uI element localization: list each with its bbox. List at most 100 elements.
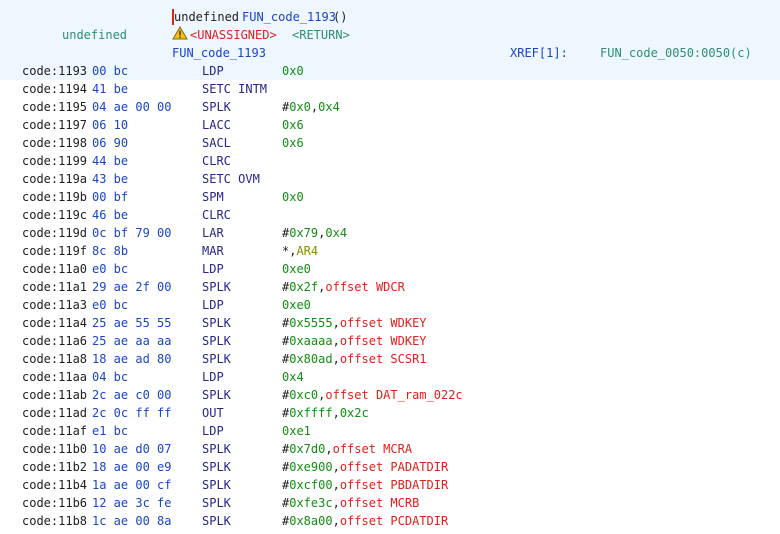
instruction-row[interactable]: code:11a6 25 ae aa aa SPLK #0xaaaa,offset W…	[0, 332, 780, 350]
instruction-mnemonic[interactable]: SPLK	[202, 332, 231, 350]
instruction-operands[interactable]: 0x6	[282, 134, 304, 152]
instruction-mnemonic[interactable]: SPM	[202, 188, 224, 206]
instruction-address[interactable]: code:1198	[22, 134, 87, 152]
instruction-operands[interactable]: #0xc0,offset DAT_ram_022c	[282, 386, 463, 404]
operand-reference[interactable]: offset MCRA	[333, 442, 412, 456]
instruction-operands[interactable]: 0x0	[282, 62, 304, 80]
instruction-address[interactable]: code:119b	[22, 188, 87, 206]
instruction-address[interactable]: code:11a6	[22, 332, 87, 350]
instruction-row[interactable]: code:1193 00 bc LDP 0x0	[0, 62, 780, 80]
operand-reference[interactable]: offset MCRB	[340, 496, 419, 510]
instruction-address[interactable]: code:11b6	[22, 494, 87, 512]
instruction-mnemonic[interactable]: SPLK	[202, 458, 231, 476]
instruction-mnemonic[interactable]: CLRC	[202, 206, 231, 224]
instruction-mnemonic[interactable]: SPLK	[202, 476, 231, 494]
instruction-address[interactable]: code:11ab	[22, 386, 87, 404]
instruction-address[interactable]: code:1197	[22, 116, 87, 134]
instruction-row[interactable]: code:119f 8c 8b MAR *,AR4	[0, 242, 780, 260]
instruction-mnemonic[interactable]: LAR	[202, 224, 224, 242]
instruction-mnemonic[interactable]: SPLK	[202, 278, 231, 296]
instruction-operands[interactable]: 0x0	[282, 188, 304, 206]
instruction-row[interactable]: code:11b4 1a ae 00 cf SPLK #0xcf00,offset P…	[0, 476, 780, 494]
instruction-mnemonic[interactable]: SPLK	[202, 494, 231, 512]
instruction-operands[interactable]: #0x5555,offset WDKEY	[282, 314, 427, 332]
instruction-address[interactable]: code:11b8	[22, 512, 87, 530]
instruction-mnemonic[interactable]: SETC OVM	[202, 170, 260, 188]
instruction-row[interactable]: code:11aa 04 bc LDP 0x4	[0, 368, 780, 386]
instruction-operands[interactable]: 0x6	[282, 116, 304, 134]
instruction-row[interactable]: code:1194 41 be SETC INTM	[0, 80, 780, 98]
instruction-mnemonic[interactable]: LDP	[202, 422, 224, 440]
instruction-operands[interactable]: #0xfe3c,offset MCRB	[282, 494, 419, 512]
instruction-row[interactable]: code:119a 43 be SETC OVM	[0, 170, 780, 188]
instruction-operands[interactable]: #0x80ad,offset SCSR1	[282, 350, 427, 368]
instruction-mnemonic[interactable]: SPLK	[202, 386, 231, 404]
instruction-mnemonic[interactable]: SETC INTM	[202, 80, 267, 98]
instruction-row[interactable]: code:1195 04 ae 00 00 SPLK #0x0,0x4	[0, 98, 780, 116]
instruction-operands[interactable]: #0x2f,offset WDCR	[282, 278, 405, 296]
instruction-mnemonic[interactable]: LACC	[202, 116, 231, 134]
instruction-row[interactable]: code:11a4 25 ae 55 55 SPLK #0x5555,offset W…	[0, 314, 780, 332]
instruction-row[interactable]: code:11a8 18 ae ad 80 SPLK #0x80ad,offset S…	[0, 350, 780, 368]
instruction-address[interactable]: code:11aa	[22, 368, 87, 386]
instruction-address[interactable]: code:11af	[22, 422, 87, 440]
instruction-row[interactable]: code:11b8 1c ae 00 8a SPLK #0x8a00,offset P…	[0, 512, 780, 530]
instruction-row[interactable]: code:119c 46 be CLRC	[0, 206, 780, 224]
instruction-address[interactable]: code:1194	[22, 80, 87, 98]
instruction-operands[interactable]: #0x8a00,offset PCDATDIR	[282, 512, 448, 530]
instruction-row[interactable]: code:11ad 2c 0c ff ff OUT #0xffff,0x2c	[0, 404, 780, 422]
instruction-row[interactable]: code:11a0 e0 bc LDP 0xe0	[0, 260, 780, 278]
instruction-operands[interactable]: #0xffff,0x2c	[282, 404, 369, 422]
signature-function-name[interactable]: FUN_code_1193	[242, 8, 336, 26]
instruction-address[interactable]: code:11a0	[22, 260, 87, 278]
instruction-row[interactable]: code:1198 06 90 SACL 0x6	[0, 134, 780, 152]
instruction-row[interactable]: code:11b6 12 ae 3c fe SPLK #0xfe3c,offset M…	[0, 494, 780, 512]
instruction-row[interactable]: code:119d 0c bf 79 00 LAR #0x79,0x4	[0, 224, 780, 242]
operand-reference[interactable]: offset PBDATDIR	[340, 478, 448, 492]
instruction-mnemonic[interactable]: SPLK	[202, 314, 231, 332]
instruction-operands[interactable]: #0x79,0x4	[282, 224, 347, 242]
instruction-operands[interactable]: #0x7d0,offset MCRA	[282, 440, 412, 458]
instruction-address[interactable]: code:119f	[22, 242, 87, 260]
instruction-address[interactable]: code:1195	[22, 98, 87, 116]
instruction-mnemonic[interactable]: LDP	[202, 368, 224, 386]
operand-reference[interactable]: offset WDKEY	[340, 334, 427, 348]
instruction-address[interactable]: code:119a	[22, 170, 87, 188]
instruction-address[interactable]: code:11b0	[22, 440, 87, 458]
instruction-row[interactable]: code:11b0 10 ae d0 07 SPLK #0x7d0,offset MC…	[0, 440, 780, 458]
instruction-row[interactable]: code:1199 44 be CLRC	[0, 152, 780, 170]
instruction-mnemonic[interactable]: SACL	[202, 134, 231, 152]
instruction-address[interactable]: code:11a3	[22, 296, 87, 314]
instruction-operands[interactable]: *,AR4	[282, 242, 318, 260]
operand-reference[interactable]: offset DAT_ram_022c	[325, 388, 462, 402]
instruction-address[interactable]: code:119d	[22, 224, 87, 242]
instruction-address[interactable]: code:11ad	[22, 404, 87, 422]
xref-target[interactable]: FUN_code_0050:0050(c)	[600, 44, 752, 62]
function-label[interactable]: FUN_code_1193	[172, 44, 266, 62]
instruction-operands[interactable]: #0xcf00,offset PBDATDIR	[282, 476, 448, 494]
instruction-operands[interactable]: #0xaaaa,offset WDKEY	[282, 332, 427, 350]
instruction-mnemonic[interactable]: SPLK	[202, 440, 231, 458]
instruction-mnemonic[interactable]: MAR	[202, 242, 224, 260]
instruction-operands[interactable]: 0x4	[282, 368, 304, 386]
instruction-operands[interactable]: 0xe0	[282, 260, 311, 278]
instruction-row[interactable]: code:11a1 29 ae 2f 00 SPLK #0x2f,offset WDC…	[0, 278, 780, 296]
instruction-row[interactable]: code:11a3 e0 bc LDP 0xe0	[0, 296, 780, 314]
instruction-row[interactable]: code:11ab 2c ae c0 00 SPLK #0xc0,offset DAT…	[0, 386, 780, 404]
operand-reference[interactable]: offset PADATDIR	[340, 460, 448, 474]
instruction-address[interactable]: code:11a1	[22, 278, 87, 296]
instruction-mnemonic[interactable]: LDP	[202, 62, 224, 80]
instruction-row[interactable]: code:11b2 18 ae 00 e9 SPLK #0xe900,offset P…	[0, 458, 780, 476]
instruction-row[interactable]: code:119b 00 bf SPM 0x0	[0, 188, 780, 206]
operand-reference[interactable]: offset PCDATDIR	[340, 514, 448, 528]
instruction-row[interactable]: code:1197 06 10 LACC 0x6	[0, 116, 780, 134]
instruction-operands[interactable]: 0xe0	[282, 296, 311, 314]
instruction-address[interactable]: code:1193	[22, 62, 87, 80]
instruction-operands[interactable]: #0xe900,offset PADATDIR	[282, 458, 448, 476]
instruction-operands[interactable]: #0x0,0x4	[282, 98, 340, 116]
operand-reference[interactable]: offset WDKEY	[340, 316, 427, 330]
instruction-address[interactable]: code:119c	[22, 206, 87, 224]
instruction-mnemonic[interactable]: SPLK	[202, 98, 231, 116]
instruction-address[interactable]: code:11b4	[22, 476, 87, 494]
operand-reference[interactable]: offset WDCR	[325, 280, 404, 294]
